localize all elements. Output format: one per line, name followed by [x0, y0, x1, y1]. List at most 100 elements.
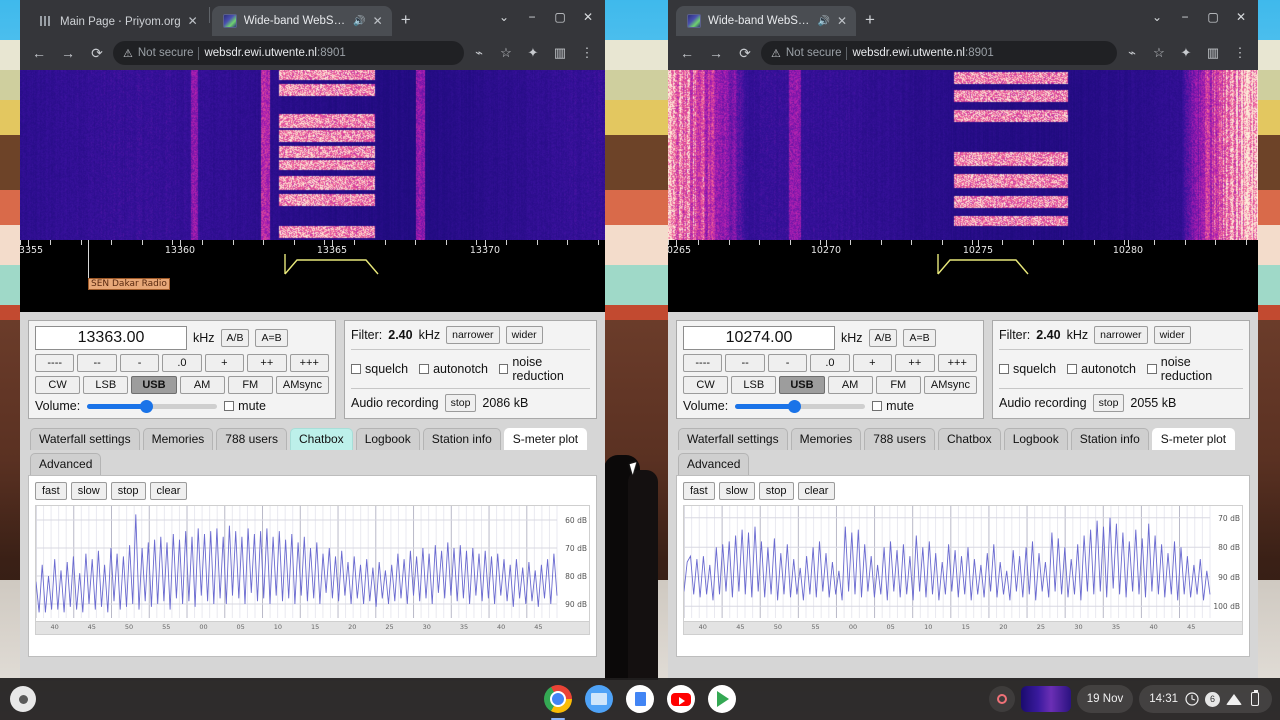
websdr-tab-waterfall-settings[interactable]: Waterfall settings — [678, 428, 788, 450]
squelch-checkbox[interactable] — [351, 364, 361, 374]
tab-audio-icon[interactable]: 🔊 — [353, 16, 365, 27]
mute-checkbox[interactable] — [224, 401, 235, 411]
new-tab-button[interactable]: + — [856, 11, 884, 36]
tab-close-icon[interactable]: ✕ — [373, 15, 383, 27]
tab-audio-icon[interactable]: 🔊 — [817, 16, 829, 27]
s-meter-slow-button[interactable]: slow — [70, 482, 107, 500]
websdr-tab-788-users[interactable]: 788 users — [864, 428, 935, 450]
websdr-tab-station-info[interactable]: Station info — [1070, 428, 1149, 450]
tune-button-5[interactable]: ++ — [895, 354, 935, 372]
tune-button-1[interactable]: -- — [725, 354, 765, 372]
websdr-tab-advanced[interactable]: Advanced — [678, 453, 750, 475]
tune-button-4[interactable]: + — [204, 354, 245, 372]
frequency-input[interactable]: 13363.00 — [35, 326, 187, 350]
websdr-tab-s-meter-plot[interactable]: S-meter plot — [1151, 428, 1236, 450]
websdr-tab-advanced[interactable]: Advanced — [30, 453, 102, 475]
tab-close-icon[interactable]: ✕ — [188, 15, 198, 27]
mode-button-amsync[interactable]: AMsync — [923, 376, 977, 394]
minimize-button[interactable]: − — [1172, 4, 1198, 30]
ab-button[interactable]: A/B — [220, 329, 250, 347]
option-noise-reduction[interactable]: noise reduction — [499, 355, 590, 383]
autonotch-checkbox[interactable] — [1067, 364, 1078, 374]
websdr-tab-logbook[interactable]: Logbook — [355, 428, 420, 450]
tune-button-2[interactable]: - — [767, 354, 808, 372]
new-tab-button[interactable]: + — [392, 11, 420, 36]
s-meter-fast-button[interactable]: fast — [35, 482, 67, 500]
bookmark-star-icon[interactable]: ☆ — [494, 41, 518, 65]
frequency-scale[interactable]: 10265102701027510280 — [668, 240, 1258, 312]
tune-button-5[interactable]: ++ — [247, 354, 287, 372]
date-tray[interactable]: 19 Nov — [1076, 685, 1134, 713]
option-autonotch[interactable]: autonotch — [419, 362, 488, 376]
forward-button[interactable]: → — [55, 40, 81, 66]
tune-button-3[interactable]: .0 — [162, 354, 202, 372]
tune-button-3[interactable]: .0 — [810, 354, 850, 372]
websdr-tab-station-info[interactable]: Station info — [422, 428, 501, 450]
extensions-icon[interactable]: ✦ — [521, 41, 545, 65]
tune-button-0[interactable]: ---- — [35, 354, 75, 372]
browser-tab[interactable]: Main Page ⋅ Priyom.org ✕ — [28, 6, 207, 36]
back-button[interactable]: ← — [674, 40, 700, 66]
mute-control[interactable]: mute — [224, 399, 266, 413]
mode-button-usb[interactable]: USB — [131, 376, 177, 394]
passband-shape[interactable] — [20, 240, 605, 312]
recording-stop-button[interactable]: stop — [444, 394, 477, 412]
files-app-icon[interactable] — [585, 685, 613, 713]
option-noise-reduction[interactable]: noise reduction — [1147, 355, 1243, 383]
noise-reduction-checkbox[interactable] — [499, 364, 509, 374]
maximize-button[interactable]: ▢ — [547, 4, 573, 30]
websdr-tab-logbook[interactable]: Logbook — [1003, 428, 1068, 450]
share-icon[interactable]: ⌁ — [467, 41, 491, 65]
ab-button[interactable]: A/B — [868, 329, 898, 347]
mute-checkbox[interactable] — [872, 401, 883, 411]
websdr-tab-waterfall-settings[interactable]: Waterfall settings — [30, 428, 140, 450]
browser-tab-active[interactable]: Wide-band WebSDR in Ensch 🔊 ✕ — [211, 6, 392, 36]
slider-knob[interactable] — [788, 400, 802, 413]
slider-knob[interactable] — [140, 400, 154, 413]
docs-app-icon[interactable] — [626, 685, 654, 713]
noise-reduction-checkbox[interactable] — [1147, 364, 1157, 374]
mode-button-fm[interactable]: FM — [227, 376, 273, 394]
mute-control[interactable]: mute — [872, 399, 914, 413]
frequency-input[interactable]: 10274.00 — [683, 326, 835, 350]
narrower-button[interactable]: narrower — [446, 326, 500, 344]
extensions-icon[interactable]: ✦ — [1174, 41, 1198, 65]
chrome-menu-icon[interactable]: ⋮ — [1228, 41, 1252, 65]
s-meter-slow-button[interactable]: slow — [718, 482, 755, 500]
close-window-button[interactable]: ✕ — [575, 4, 601, 30]
option-squelch[interactable]: squelch — [999, 362, 1056, 376]
back-button[interactable]: ← — [26, 40, 52, 66]
mode-button-usb[interactable]: USB — [779, 376, 825, 394]
bookmark-star-icon[interactable]: ☆ — [1147, 41, 1171, 65]
mode-button-fm[interactable]: FM — [875, 376, 921, 394]
reload-button[interactable]: ⟳ — [732, 40, 758, 66]
mode-button-am[interactable]: AM — [827, 376, 873, 394]
chrome-app-icon[interactable] — [544, 685, 572, 720]
waterfall-canvas[interactable] — [20, 70, 605, 240]
s-meter-clear-button[interactable]: clear — [149, 482, 188, 500]
passband-shape[interactable] — [668, 240, 1258, 312]
websdr-tab-chatbox[interactable]: Chatbox — [937, 428, 1001, 450]
side-panel-icon[interactable]: ▥ — [1201, 41, 1225, 65]
tune-button-4[interactable]: + — [852, 354, 893, 372]
tune-button-1[interactable]: -- — [77, 354, 117, 372]
websdr-tab-s-meter-plot[interactable]: S-meter plot — [503, 428, 588, 450]
a-equals-b-button[interactable]: A=B — [903, 329, 936, 347]
tune-button-6[interactable]: +++ — [289, 354, 329, 372]
narrower-button[interactable]: narrower — [1094, 326, 1148, 344]
close-window-button[interactable]: ✕ — [1228, 4, 1254, 30]
minimize-button[interactable]: − — [519, 4, 545, 30]
wider-button[interactable]: wider — [1153, 326, 1191, 344]
mode-button-lsb[interactable]: LSB — [731, 376, 777, 394]
youtube-app-icon[interactable] — [667, 685, 695, 713]
wider-button[interactable]: wider — [505, 326, 543, 344]
autonotch-checkbox[interactable] — [419, 364, 430, 374]
mode-button-am[interactable]: AM — [179, 376, 225, 394]
mode-button-cw[interactable]: CW — [683, 376, 729, 394]
recording-stop-button[interactable]: stop — [1092, 394, 1125, 412]
frequency-scale[interactable]: 13355133601336513370SEN Dakar Radio — [20, 240, 605, 312]
s-meter-stop-button[interactable]: stop — [110, 482, 146, 500]
websdr-tab-memories[interactable]: Memories — [142, 428, 214, 450]
mode-button-lsb[interactable]: LSB — [83, 376, 129, 394]
option-squelch[interactable]: squelch — [351, 362, 408, 376]
